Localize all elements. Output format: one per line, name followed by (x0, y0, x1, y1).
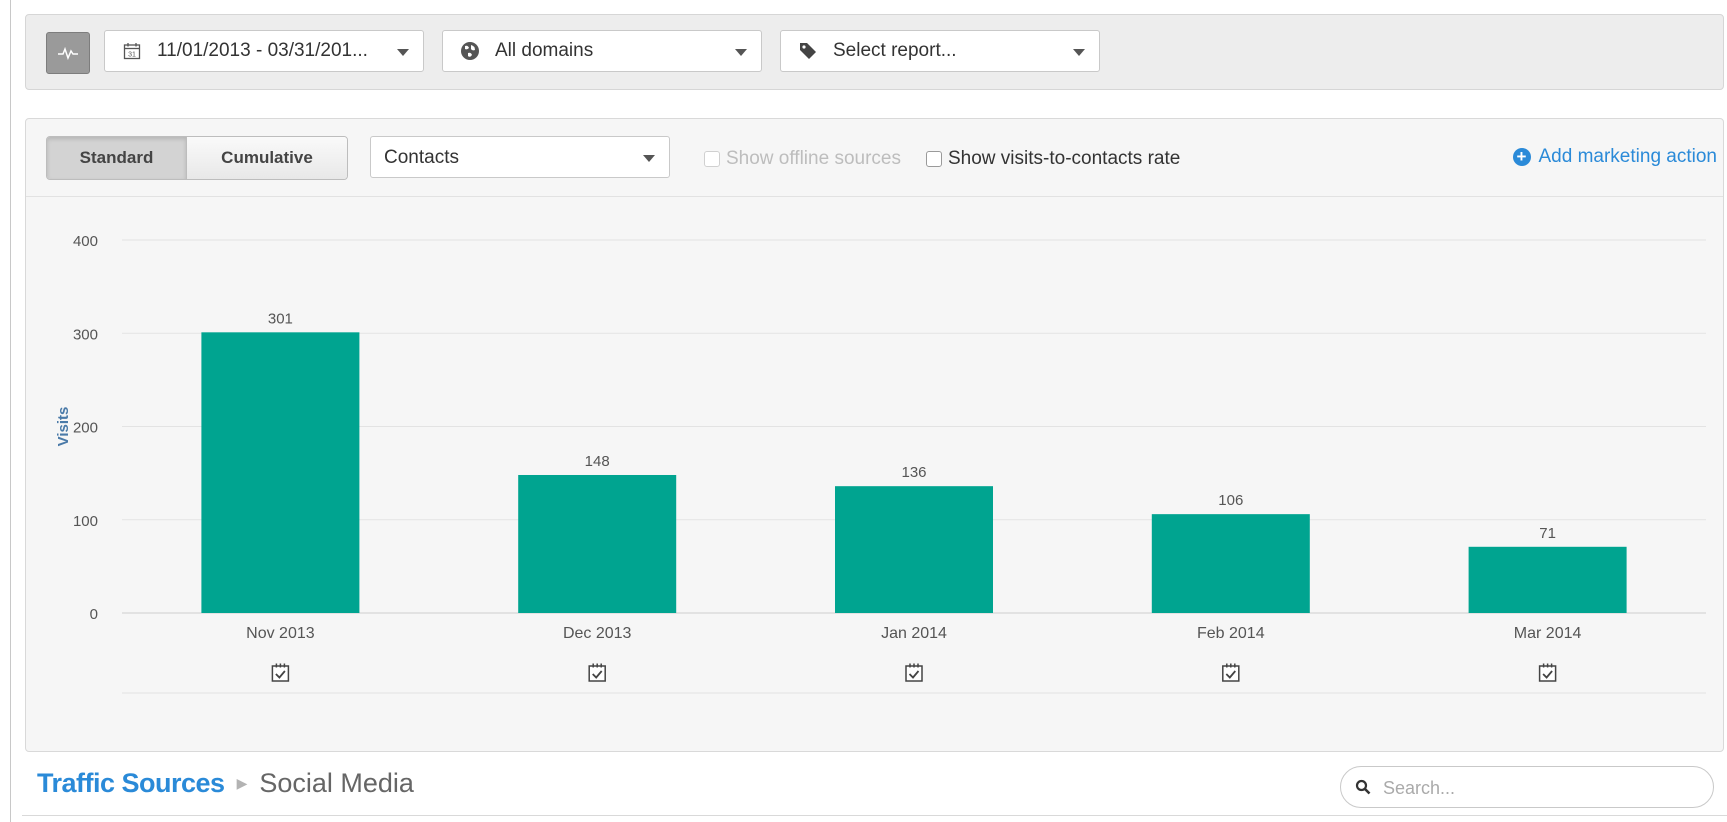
search-box (1340, 766, 1714, 808)
standard-button[interactable]: Standard (47, 137, 187, 179)
x-tick-label: Feb 2014 (1197, 625, 1265, 642)
pulse-icon (58, 46, 78, 60)
data-label: 71 (1539, 525, 1556, 542)
x-tick-label: Dec 2013 (563, 625, 632, 642)
cumulative-button[interactable]: Cumulative (187, 137, 347, 179)
x-tick-label: Jan 2014 (881, 625, 947, 642)
checkbox-box[interactable] (704, 151, 720, 167)
y-tick-label: 400 (73, 233, 98, 250)
breadcrumb-current: Social Media (259, 768, 414, 798)
y-tick-label: 100 (73, 513, 98, 530)
bar-chart: 0 100 200 300 400 Visits 301 Nov 2013 148 Dec 201… (55, 233, 1706, 694)
report-value: Select report... (833, 40, 957, 61)
date-range-value: 11/01/2013 - 03/31/201... (157, 40, 368, 61)
bar-0 (201, 332, 360, 613)
chevron-down-icon (643, 155, 655, 162)
pulse-toggle-button[interactable] (46, 32, 90, 74)
divider (22, 815, 1727, 816)
search-icon (1355, 779, 1371, 795)
offline-sources-label: Show offline sources (726, 148, 901, 169)
checkbox-box[interactable] (926, 151, 942, 167)
chevron-down-icon (1073, 49, 1085, 56)
breadcrumb: Traffic Sources ▶ Social Media (37, 768, 414, 799)
visits-rate-checkbox[interactable]: Show visits-to-contacts rate (926, 148, 1180, 170)
data-label: 148 (585, 453, 610, 470)
y-tick-label: 200 (73, 420, 98, 437)
y-tick-label: 0 (90, 606, 98, 623)
plus-circle-icon: + (1512, 148, 1531, 166)
report-dropdown[interactable]: Select report... (780, 30, 1100, 72)
globe-icon (459, 40, 481, 62)
view-mode-toggle: Standard Cumulative (46, 136, 348, 180)
marketing-action-icon[interactable] (905, 663, 923, 682)
date-range-dropdown[interactable]: 31 11/01/2013 - 03/31/201... (104, 30, 424, 72)
y-tick-label: 300 (73, 326, 98, 343)
bar-2 (835, 486, 993, 613)
search-input[interactable] (1381, 776, 1685, 800)
bar-3 (1151, 514, 1310, 613)
domain-dropdown[interactable]: All domains (442, 30, 762, 72)
domain-value: All domains (495, 40, 594, 61)
y-axis-title: Visits (55, 407, 72, 447)
marketing-action-icon[interactable] (1538, 663, 1557, 682)
tag-icon (797, 40, 819, 62)
add-marketing-action-link[interactable]: + Add marketing action (1512, 146, 1718, 168)
marketing-action-icon[interactable] (588, 663, 606, 682)
marketing-action-icon[interactable] (271, 663, 290, 682)
data-label: 136 (901, 464, 926, 481)
app-frame: 31 11/01/2013 - 03/31/201... All domains (10, 0, 1727, 822)
add-marketing-action-label: Add marketing action (1538, 146, 1718, 167)
x-tick-label: Nov 2013 (246, 625, 315, 642)
calendar-icon: 31 (121, 40, 143, 62)
bar-1 (518, 474, 677, 613)
filter-bar: 31 11/01/2013 - 03/31/201... All domains (25, 14, 1724, 90)
breadcrumb-separator-icon: ▶ (236, 775, 248, 791)
chart-panel: Standard Cumulative Contacts Show offlin… (25, 118, 1724, 752)
chevron-down-icon (735, 49, 747, 56)
x-tick-label: Mar 2014 (1514, 625, 1582, 642)
metric-dropdown[interactable]: Contacts (370, 136, 670, 178)
bar-4 (1468, 546, 1627, 613)
chart-toolbar: Standard Cumulative Contacts Show offlin… (26, 119, 1723, 197)
data-label: 301 (268, 310, 293, 327)
svg-text:31: 31 (128, 52, 136, 59)
data-label: 106 (1218, 492, 1243, 509)
offline-sources-checkbox[interactable]: Show offline sources (704, 148, 901, 170)
marketing-action-icon[interactable] (1222, 663, 1240, 682)
metric-value: Contacts (384, 147, 459, 168)
chevron-down-icon (397, 49, 409, 56)
visits-rate-label: Show visits-to-contacts rate (948, 148, 1181, 169)
breadcrumb-traffic-sources[interactable]: Traffic Sources (37, 768, 225, 799)
